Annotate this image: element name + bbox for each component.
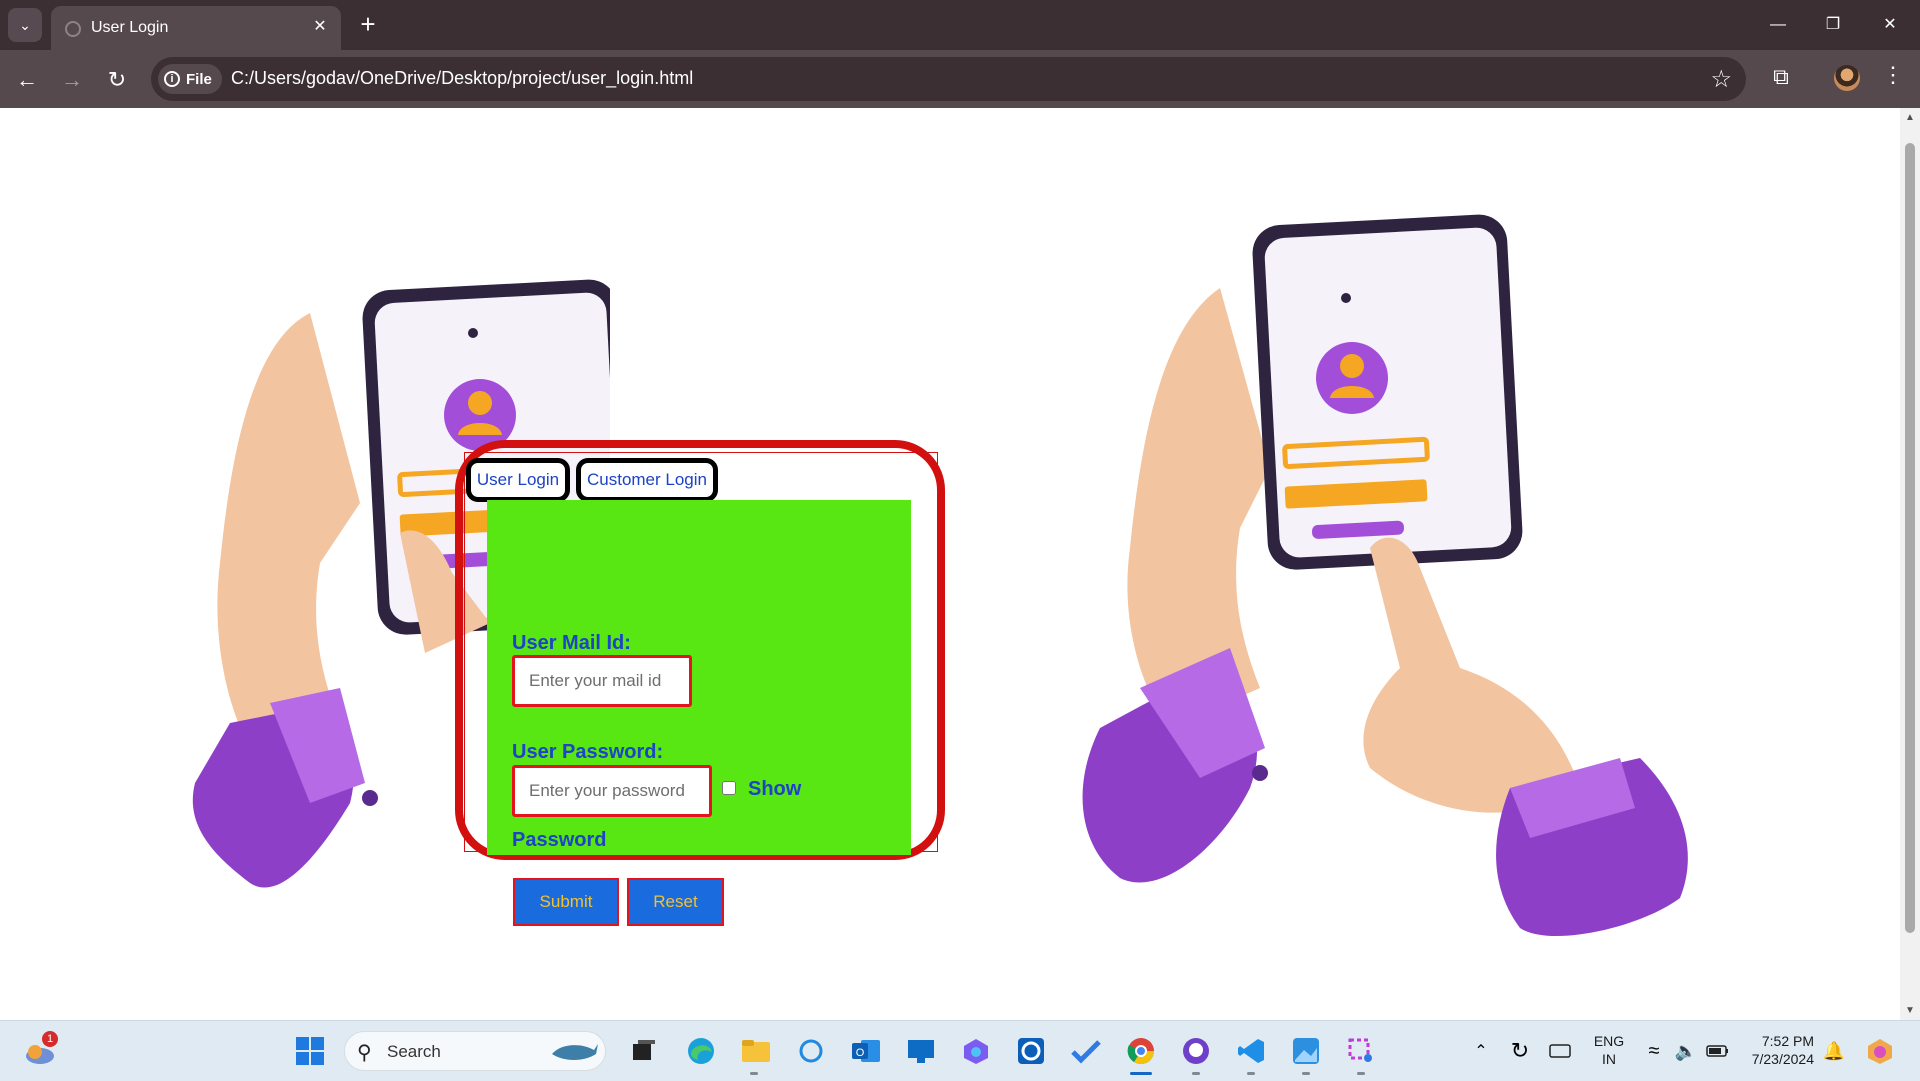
password-label: User Password:	[512, 741, 664, 763]
svg-text:O: O	[856, 1047, 865, 1059]
forward-button[interactable]: →	[56, 64, 88, 96]
keyboard-icon[interactable]	[1542, 1033, 1578, 1069]
scrollbar-thumb[interactable]	[1905, 143, 1915, 933]
scroll-up-arrow-icon[interactable]: ▲	[1900, 112, 1920, 123]
profile-avatar[interactable]	[1834, 65, 1860, 91]
copilot-preview-icon[interactable]	[1862, 1033, 1898, 1069]
chevron-down-icon: ⌄	[19, 16, 31, 33]
volume-icon[interactable]: 🔈	[1668, 1033, 1704, 1069]
weather-badge: 1	[42, 1031, 58, 1047]
clock-date: 7/23/2024	[1751, 1051, 1814, 1067]
battery-icon[interactable]	[1700, 1033, 1736, 1069]
taskbar-search-placeholder: Search	[387, 1042, 441, 1061]
chrome-active-indicator	[1130, 1072, 1152, 1075]
vscode-running-indicator	[1247, 1072, 1255, 1075]
more-menu-icon[interactable]: ⋮	[1878, 62, 1908, 96]
edge-icon[interactable]	[683, 1033, 719, 1069]
language-line-1: ENG	[1593, 1033, 1625, 1049]
close-tab-icon[interactable]: ✕	[309, 16, 331, 38]
clock-time: 7:52 PM	[1761, 1033, 1814, 1049]
snipping-running-indicator	[1357, 1072, 1365, 1075]
cortana-icon[interactable]	[793, 1033, 829, 1069]
scroll-down-arrow-icon[interactable]: ▼	[1900, 1005, 1920, 1016]
wifi-icon[interactable]: ≈	[1636, 1033, 1672, 1069]
page-viewport	[0, 108, 1900, 1020]
remote-desktop-icon[interactable]	[903, 1033, 939, 1069]
mail-id-input[interactable]	[512, 655, 692, 707]
file-explorer-icon[interactable]	[738, 1033, 774, 1069]
clock[interactable]: 7:52 PM 7/23/2024	[1740, 1032, 1814, 1068]
copilot-icon[interactable]	[958, 1033, 994, 1069]
file-explorer-running-indicator	[750, 1072, 758, 1075]
photos-running-indicator	[1302, 1072, 1310, 1075]
sync-icon[interactable]: ↻	[1502, 1033, 1538, 1069]
github-desktop-icon[interactable]	[1178, 1033, 1214, 1069]
windows-start-icon[interactable]	[292, 1033, 328, 1069]
restore-button[interactable]: ❐	[1813, 8, 1853, 42]
show-password-checkbox[interactable]	[722, 781, 736, 795]
reset-button[interactable]: Reset	[627, 878, 724, 926]
outlook-icon[interactable]: O	[848, 1033, 884, 1069]
mail-id-label: User Mail Id:	[512, 632, 631, 654]
globe-icon	[65, 21, 81, 37]
todo-icon[interactable]	[1068, 1033, 1104, 1069]
windows-taskbar: 1 ⚲ Search O ⌃ ↻ ENG IN ≈ 🔈 7:52 PM 7/23…	[0, 1020, 1920, 1081]
site-info-chip[interactable]: i File	[158, 64, 222, 94]
language-line-2: IN	[1602, 1051, 1616, 1067]
tab-user-login[interactable]: User Login	[466, 458, 570, 502]
browser-toolbar: ← → ↻ i File C:/Users/godav/OneDrive/Des…	[0, 50, 1920, 108]
password-input[interactable]	[512, 765, 712, 817]
hand-holding-phone-right	[1082, 214, 1688, 937]
vscode-icon[interactable]	[1233, 1033, 1269, 1069]
photos-icon[interactable]	[1288, 1033, 1324, 1069]
show-hidden-icons-chevron-icon[interactable]: ⌃	[1463, 1033, 1499, 1069]
browser-tab[interactable]: User Login ✕	[51, 6, 341, 50]
notification-bell-icon[interactable]: 🔔	[1816, 1033, 1852, 1069]
chrome-icon[interactable]	[1123, 1033, 1159, 1069]
site-info-label: File	[186, 70, 212, 88]
show-password-label: Show	[748, 778, 802, 800]
tab-search-button[interactable]: ⌄	[8, 8, 42, 42]
taskbar-search-box[interactable]: ⚲ Search	[344, 1031, 606, 1071]
extensions-icon[interactable]: ⧉	[1764, 64, 1798, 94]
minimize-button[interactable]: —	[1758, 8, 1798, 42]
task-view-icon[interactable]	[626, 1033, 662, 1069]
new-tab-button[interactable]: +	[353, 10, 383, 40]
snipping-tool-icon[interactable]	[1343, 1033, 1379, 1069]
tab-title: User Login	[91, 19, 169, 36]
show-password-label-wrap: Password	[512, 829, 607, 851]
browser-titlebar: ⌄ User Login ✕ + — ❐ ✕	[0, 0, 1920, 50]
back-button[interactable]: ←	[11, 64, 43, 96]
whale-search-highlight-icon	[552, 1044, 598, 1060]
close-window-button[interactable]: ✕	[1870, 8, 1910, 42]
tab-customer-login[interactable]: Customer Login	[576, 458, 718, 502]
github-running-indicator	[1192, 1072, 1200, 1075]
url-text[interactable]: C:/Users/godav/OneDrive/Desktop/project/…	[231, 68, 693, 89]
search-icon: ⚲	[357, 1042, 372, 1064]
bookmark-star-icon[interactable]: ☆	[1710, 65, 1732, 94]
vertical-scrollbar[interactable]: ▲ ▼	[1900, 108, 1920, 1020]
submit-button[interactable]: Submit	[513, 878, 619, 926]
address-bar[interactable]: i File C:/Users/godav/OneDrive/Desktop/p…	[151, 57, 1746, 101]
reload-button[interactable]: ↻	[101, 64, 133, 96]
language-indicator[interactable]: ENG IN	[1592, 1032, 1626, 1068]
info-icon: i	[164, 71, 180, 87]
cortana-blue-icon[interactable]	[1013, 1033, 1049, 1069]
